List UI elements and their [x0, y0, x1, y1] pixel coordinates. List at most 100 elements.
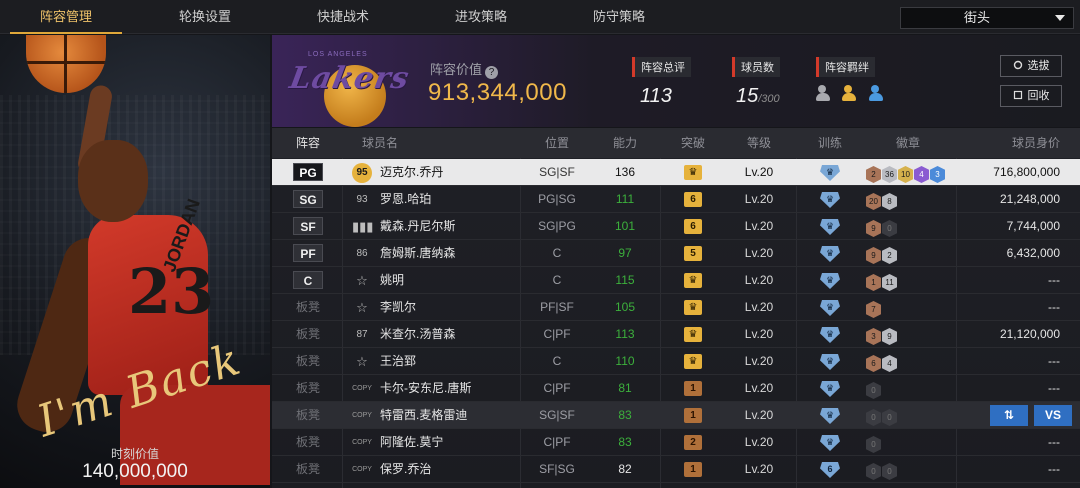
header-badges[interactable]: 徽章 — [878, 128, 938, 158]
swap-button[interactable]: ⇅ — [990, 405, 1028, 426]
recycle-button[interactable]: 回收 — [1000, 85, 1062, 107]
table-row[interactable]: 板凳 COPY 阿隆佐.莫宁 C|PF 83 2 Lv.20 ♛ 0 --- — [272, 429, 1080, 456]
player-name: 王治郅 — [380, 354, 417, 368]
player-ability: 83 — [618, 408, 632, 422]
badge-icon: 20 — [866, 193, 881, 210]
copy-card-icon: COPY — [352, 466, 372, 473]
player-position: C|PF — [543, 327, 571, 341]
player-position: SG|SF — [539, 408, 575, 422]
breakthrough-badge: 1 — [684, 408, 702, 423]
tab-defense-strategy[interactable]: 防守策略 — [559, 0, 679, 34]
header-player-value[interactable]: 球员身价 — [998, 128, 1074, 158]
badge-icon: 9 — [866, 220, 881, 237]
help-icon[interactable]: ? — [485, 66, 499, 79]
player-position: PF|SF — [540, 300, 574, 314]
player-position: C|PF — [543, 381, 571, 395]
badge-list: 1 11 — [866, 272, 898, 291]
bond-icons[interactable] — [816, 85, 891, 105]
bond-gold-icon[interactable] — [842, 85, 860, 101]
header-position[interactable]: 位置 — [527, 128, 587, 158]
player-level: Lv.20 — [744, 273, 774, 287]
table-row[interactable]: C ☆ 姚明 C 115 ♛ Lv.20 ♛ 1 11 --- — [272, 267, 1080, 294]
table-row[interactable]: 板凳 87 米查尔.汤普森 C|PF 113 ♛ Lv.20 ♛ 3 9 21,120,000 — [272, 321, 1080, 348]
team-logo: LOS ANGELES Lakers — [286, 47, 414, 127]
breakthrough-badge: 5 — [684, 246, 702, 261]
breakthrough-badge: 1 — [684, 462, 702, 477]
player-ability: 113 — [615, 327, 635, 341]
badge-icon: 4 — [882, 355, 897, 372]
player-position: SF|SG — [539, 462, 575, 476]
player-level: Lv.20 — [744, 327, 774, 341]
training-shield-icon: ♛ — [820, 246, 840, 262]
player-position: SG|PG — [538, 219, 576, 233]
player-level: Lv.20 — [744, 354, 774, 368]
badge-icon: 36 — [882, 166, 897, 183]
lineup-slot-bench: 板凳 — [295, 354, 320, 368]
tab-lineup-management[interactable]: 阵容管理 — [6, 0, 126, 34]
player-value: 21,248,000 — [999, 192, 1060, 206]
logo-team-text: Lakers — [286, 61, 413, 96]
badge-list: 2 36 10 4 3 — [866, 164, 946, 183]
table-row[interactable]: 板凳 COPY 保罗.乔治 SF|SG 82 1 Lv.20 6 0 0 --- — [272, 456, 1080, 483]
table-row[interactable]: 板凳 ☆ 王治郅 C 110 ♛ Lv.20 ♛ 6 4 --- — [272, 348, 1080, 375]
tab-quick-tactics[interactable]: 快捷战术 — [283, 0, 403, 34]
player-value: --- — [1048, 354, 1060, 368]
bond-blue-icon[interactable] — [868, 85, 887, 101]
header-training[interactable]: 训练 — [800, 128, 860, 158]
roster-table: 阵容 球员名 位置 能力 突破 等级 训练 徽章 球员身价 PG 95 迈克尔.乔丹… — [272, 128, 1080, 488]
player-ability: 115 — [615, 273, 635, 287]
badge-icon: 1 — [866, 274, 881, 291]
bond-gray-icon[interactable] — [816, 85, 834, 101]
player-value: --- — [1048, 381, 1060, 395]
player-position: SG|SF — [539, 165, 575, 179]
badge-list: 90 — [866, 218, 898, 237]
breakthrough-badge: 6 — [684, 192, 702, 207]
player-count-stat: 球员数 15/300 — [732, 57, 780, 108]
copy-card-icon: COPY — [352, 385, 372, 392]
recycle-icon — [1013, 90, 1022, 100]
pick-button[interactable]: 选拔 — [1000, 55, 1062, 77]
table-header: 阵容 球员名 位置 能力 突破 等级 训练 徽章 球员身价 — [272, 128, 1080, 158]
table-row[interactable]: PF 86 詹姆斯.唐纳森 C 97 5 Lv.20 ♛ 9 2 6,432,000 — [272, 240, 1080, 267]
header-breakthrough[interactable]: 突破 — [663, 128, 723, 158]
breakthrough-badge: ♛ — [684, 273, 702, 288]
badge-icon: 6 — [866, 355, 881, 372]
table-row[interactable]: 板凳 ☆ 李凯尔 PF|SF 105 ♛ Lv.20 ♛ 7 --- — [272, 294, 1080, 321]
badge-icon: 3 — [930, 166, 945, 183]
player-name: 保罗.乔治 — [380, 462, 432, 476]
mode-select[interactable]: 街头 — [900, 7, 1074, 29]
table-row[interactable]: 板凳 COPY 卡尔-安东尼.唐斯 C|PF 81 1 Lv.20 ♛ 0 --- — [272, 375, 1080, 402]
table-row[interactable]: SF ▮▮▮ 戴森.丹尼尔斯 SG|PG 101 6 Lv.20 ♛ 9 0 7,744,000 — [272, 213, 1080, 240]
team-rating-stat: 阵容总评 113 — [632, 57, 691, 108]
compare-vs-button[interactable]: VS — [1034, 405, 1072, 426]
header-ability[interactable]: 能力 — [595, 128, 655, 158]
badge-icon: 2 — [882, 247, 897, 264]
overall-rating: 86 — [356, 248, 368, 259]
table-row[interactable]: 板凳 COPY 特雷西.麦格雷迪 SG|SF 83 1 Lv.20 ♛ 0 0 ⇅ VS — [272, 402, 1080, 429]
header-player-name[interactable]: 球员名 — [352, 128, 408, 158]
featured-player-card[interactable]: JORDAN 23 I'm Back 时刻价值 140,000,000 — [0, 35, 270, 488]
tab-rotation-settings[interactable]: 轮换设置 — [145, 0, 265, 34]
player-name: 阿隆佐.莫宁 — [380, 435, 444, 449]
lineup-slot-badge: PG — [293, 163, 323, 181]
training-shield-icon: ♛ — [820, 300, 840, 316]
player-value: 716,800,000 — [993, 165, 1060, 179]
player-value: 6,432,000 — [1006, 246, 1060, 260]
header-level[interactable]: 等级 — [729, 128, 789, 158]
lineup-slot-bench: 板凳 — [295, 327, 320, 341]
player-level: Lv.20 — [744, 219, 774, 233]
player-name: 姚明 — [380, 273, 405, 287]
training-shield-icon: ♛ — [820, 408, 840, 424]
header-lineup[interactable]: 阵容 — [286, 128, 330, 158]
player-level: Lv.20 — [744, 435, 774, 449]
logo-city-text: LOS ANGELES — [308, 51, 368, 58]
table-row[interactable]: SG 93 罗恩.哈珀 PG|SG 111 6 Lv.20 ♛ 20 8 21,248,000 — [272, 186, 1080, 213]
lineup-slot-badge: C — [293, 271, 323, 289]
breakthrough-badge: ♛ — [684, 327, 702, 342]
lineup-slot-bench: 板凳 — [295, 462, 320, 476]
table-row[interactable]: PG 95 迈克尔.乔丹 SG|SF 136 ♛ Lv.20 ♛ 2 36 10 4 3 716,800,… — [272, 159, 1080, 186]
breakthrough-badge: 1 — [684, 381, 702, 396]
tab-offense-strategy[interactable]: 进攻策略 — [421, 0, 541, 34]
badge-list: 7 — [866, 299, 882, 318]
jersey-number: 23 — [128, 255, 215, 328]
